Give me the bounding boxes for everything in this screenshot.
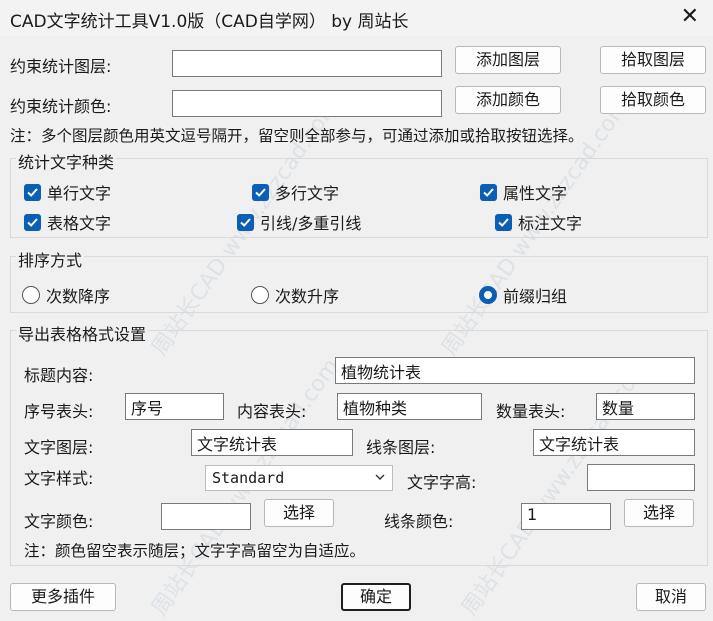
radio-icon xyxy=(22,286,40,304)
text-height-input[interactable] xyxy=(587,464,695,491)
text-style-value: Standard xyxy=(212,469,285,487)
more-plugins-button[interactable]: 更多插件 xyxy=(10,583,116,611)
text-height-label: 文字字高: xyxy=(407,473,477,492)
color-height-note: 注：颜色留空表示随层；文字字高留空为自适应。 xyxy=(24,542,366,560)
close-icon[interactable]: ✕ xyxy=(681,4,699,30)
content-header-label: 内容表头: xyxy=(237,402,307,421)
line-color-select-button[interactable]: 选择 xyxy=(624,499,694,527)
qty-header-input[interactable]: 数量 xyxy=(596,393,695,420)
chevron-down-icon xyxy=(374,469,386,487)
add-color-button[interactable]: 添加颜色 xyxy=(455,86,561,114)
line-layer-label: 线条图层: xyxy=(366,438,436,457)
checkmark-icon xyxy=(495,213,512,231)
checkbox-label: 属性文字 xyxy=(503,184,568,203)
layer-color-note: 注：多个图层颜色用英文逗号隔开，留空则全部参与，可通过添加或拾取按钮选择。 xyxy=(10,127,584,145)
checkbox-label: 单行文字 xyxy=(47,184,112,203)
checkbox-label: 表格文字 xyxy=(47,214,112,233)
line-color-input[interactable]: 1 xyxy=(521,503,611,530)
radio-count-asc[interactable]: 次数升序 xyxy=(251,283,339,307)
radio-icon xyxy=(251,286,269,304)
text-color-label: 文字颜色: xyxy=(24,512,94,531)
radio-label: 前缀归组 xyxy=(503,287,568,306)
text-layer-input[interactable]: 文字统计表 xyxy=(191,429,353,456)
checkbox-leader-text[interactable]: 引线/多重引线 xyxy=(237,210,361,234)
radio-selected-icon xyxy=(479,286,497,304)
radio-count-desc[interactable]: 次数降序 xyxy=(22,283,110,307)
cancel-button[interactable]: 取消 xyxy=(636,583,706,611)
sort-group xyxy=(10,256,708,313)
checkbox-label: 引线/多重引线 xyxy=(260,214,362,233)
content-header-input[interactable]: 植物种类 xyxy=(337,393,482,420)
pick-layer-button[interactable]: 拾取图层 xyxy=(600,46,706,74)
seq-header-input[interactable]: 序号 xyxy=(125,393,224,420)
title-content-input[interactable]: 植物统计表 xyxy=(335,357,695,384)
checkmark-icon xyxy=(480,183,497,201)
pick-color-button[interactable]: 拾取颜色 xyxy=(600,86,706,114)
layer-label: 约束统计图层: xyxy=(10,57,112,76)
checkmark-icon xyxy=(252,183,269,201)
export-title: 导出表格格式设置 xyxy=(16,321,149,345)
checkmark-icon xyxy=(24,183,41,201)
checkmark-icon xyxy=(24,213,41,231)
add-layer-button[interactable]: 添加图层 xyxy=(455,46,561,74)
window-title: CAD文字统计工具V1.0版（CAD自学网） by 周站长 xyxy=(10,12,409,32)
ok-button[interactable]: 确定 xyxy=(341,583,411,611)
dialog-window: 周站长CAD www.zzzcad.com 周站长CAD www.zzzcad.… xyxy=(0,0,713,621)
checkbox-dimension-text[interactable]: 标注文字 xyxy=(495,210,582,234)
radio-label: 次数降序 xyxy=(46,287,111,306)
text-style-label: 文字样式: xyxy=(24,469,94,488)
text-color-input[interactable] xyxy=(161,503,251,530)
text-types-title: 统计文字种类 xyxy=(16,149,117,173)
line-color-label: 线条颜色: xyxy=(384,512,454,531)
checkbox-table-text[interactable]: 表格文字 xyxy=(24,210,111,234)
title-content-label: 标题内容: xyxy=(24,366,94,385)
checkbox-single-line-text[interactable]: 单行文字 xyxy=(24,180,111,204)
line-layer-input[interactable]: 文字统计表 xyxy=(533,429,695,456)
seq-header-label: 序号表头: xyxy=(24,402,94,421)
qty-header-label: 数量表头: xyxy=(496,402,566,421)
text-style-select[interactable]: Standard xyxy=(205,465,393,491)
checkmark-icon xyxy=(237,213,254,231)
text-color-select-button[interactable]: 选择 xyxy=(264,499,334,527)
layer-input[interactable] xyxy=(172,50,442,77)
title-bar: CAD文字统计工具V1.0版（CAD自学网） by 周站长 ✕ xyxy=(0,0,713,36)
checkbox-label: 标注文字 xyxy=(518,214,583,233)
text-layer-label: 文字图层: xyxy=(24,438,94,457)
radio-prefix-group[interactable]: 前缀归组 xyxy=(479,283,567,307)
radio-label: 次数升序 xyxy=(275,287,340,306)
color-label: 约束统计颜色: xyxy=(10,97,112,116)
checkbox-label: 多行文字 xyxy=(275,184,340,203)
sort-title: 排序方式 xyxy=(16,247,85,271)
checkbox-attribute-text[interactable]: 属性文字 xyxy=(480,180,567,204)
color-input[interactable] xyxy=(172,90,442,117)
checkbox-multiline-text[interactable]: 多行文字 xyxy=(252,180,339,204)
